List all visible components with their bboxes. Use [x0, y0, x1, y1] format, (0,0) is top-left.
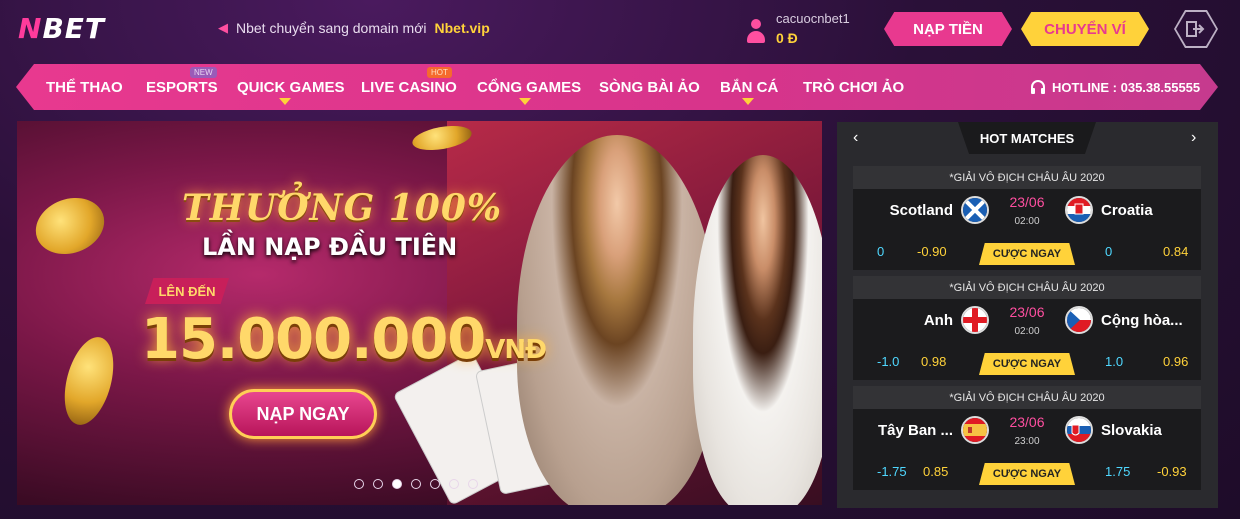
nav-item-the-thao[interactable]: THỂ THAO: [46, 64, 123, 110]
league-name: *GIẢI VÔ ĐỊCH CHÂU ÂU 2020: [853, 166, 1201, 189]
away-odds[interactable]: 0.84: [1163, 244, 1188, 259]
bet-now-button[interactable]: CƯỢC NGAY: [979, 243, 1075, 265]
bet-now-button[interactable]: CƯỢC NGAY: [979, 463, 1075, 485]
logout-button[interactable]: [1174, 10, 1218, 48]
carousel-dot[interactable]: [354, 479, 364, 489]
carousel-dot[interactable]: [468, 479, 478, 489]
headset-icon: [1031, 80, 1045, 94]
top-header: NBET ◀ Nbet chuyển sang domain mới Nbet.…: [0, 0, 1240, 60]
nav-item-esports[interactable]: ESPORTS NEW: [146, 64, 218, 110]
carousel-dot[interactable]: [411, 479, 421, 489]
away-handicap[interactable]: 1.75: [1105, 464, 1130, 479]
away-team: Slovakia: [1101, 422, 1162, 439]
away-handicap[interactable]: 1.0: [1105, 354, 1123, 369]
home-odds[interactable]: 0.85: [923, 464, 948, 479]
megaphone-icon: ◀: [218, 20, 228, 35]
dropdown-caret-icon: [279, 98, 291, 105]
nav-item-cong-games[interactable]: CỔNG GAMES: [477, 64, 581, 110]
banner-deposit-now-button[interactable]: NẠP NGAY: [229, 389, 377, 439]
slovakia-flag-icon: [1065, 416, 1093, 444]
away-odds[interactable]: -0.93: [1157, 464, 1187, 479]
nav-item-song-bai-ao[interactable]: SÒNG BÀI ẢO: [599, 64, 700, 110]
home-handicap[interactable]: -1.0: [877, 354, 899, 369]
home-odds[interactable]: 0.98: [921, 354, 946, 369]
dropdown-caret-icon: [742, 98, 754, 105]
dropdown-caret-icon: [519, 98, 531, 105]
hotline-text: HOTLINE : 035.38.55555: [1052, 79, 1201, 95]
banner-headline: THƯỞNG 100%: [182, 187, 503, 229]
home-handicap[interactable]: 0: [877, 244, 884, 259]
scotland-flag-icon: [961, 196, 989, 224]
match-time: 02:00: [1014, 326, 1040, 337]
carousel-dot-active[interactable]: [392, 479, 402, 489]
home-odds[interactable]: -0.90: [917, 244, 947, 259]
home-team: Scotland: [889, 202, 953, 219]
czech-flag-icon: [1065, 306, 1093, 334]
new-badge: NEW: [190, 67, 217, 78]
deposit-button[interactable]: NẠP TIỀN: [884, 12, 1012, 46]
banner-subheadline: LẦN NẠP ĐẦU TIÊN: [202, 233, 458, 261]
announcement-domain[interactable]: Nbet.vip: [435, 20, 490, 36]
match-card[interactable]: *GIẢI VÔ ĐỊCH CHÂU ÂU 2020 Anh 23/06 02:…: [853, 276, 1201, 380]
home-handicap[interactable]: -1.75: [877, 464, 907, 479]
chevron-right-icon[interactable]: ›: [1191, 129, 1196, 147]
carousel-dot[interactable]: [373, 479, 383, 489]
league-name: *GIẢI VÔ ĐỊCH CHÂU ÂU 2020: [853, 276, 1201, 299]
match-card[interactable]: *GIẢI VÔ ĐỊCH CHÂU ÂU 2020 Tây Ban ... 2…: [853, 386, 1201, 490]
gold-coin-image: [56, 331, 122, 431]
hotline[interactable]: HOTLINE : 035.38.55555: [1030, 64, 1200, 110]
spain-flag-icon: [961, 416, 989, 444]
england-flag-icon: [961, 306, 989, 334]
match-time: 23:00: [1014, 436, 1040, 447]
announcement-text: Nbet chuyển sang domain mới: [236, 20, 427, 36]
hostess-image: [693, 155, 822, 505]
hot-matches-title: HOT MATCHES: [958, 122, 1096, 154]
nav-item-live-casino[interactable]: LIVE CASINO HOT: [361, 64, 457, 110]
match-date: 23/06: [1009, 194, 1045, 210]
home-team: Tây Ban ...: [877, 422, 953, 439]
carousel-dot[interactable]: [430, 479, 440, 489]
balance: 0 Đ: [776, 30, 798, 46]
match-time: 02:00: [1014, 216, 1040, 227]
promo-banner[interactable]: THƯỞNG 100% LẦN NẠP ĐẦU TIÊN LÊN ĐẾN 15.…: [17, 121, 822, 505]
gold-coin-image: [27, 188, 113, 264]
hot-matches-panel: ‹ HOT MATCHES › *GIẢI VÔ ĐỊCH CHÂU ÂU 20…: [837, 122, 1218, 508]
match-date: 23/06: [1009, 414, 1045, 430]
chevron-left-icon[interactable]: ‹: [853, 129, 858, 147]
away-handicap[interactable]: 0: [1105, 244, 1112, 259]
carousel-dots: [354, 479, 478, 489]
banner-amount: 15.000.000VNĐ: [141, 307, 547, 372]
logo-text: BET: [42, 12, 106, 45]
match-date: 23/06: [1009, 304, 1045, 320]
user-info[interactable]: cacuocnbet1 0 Đ: [746, 11, 850, 46]
carousel-dot[interactable]: [449, 479, 459, 489]
nav-item-ban-ca[interactable]: BẮN CÁ: [720, 64, 778, 110]
croatia-flag-icon: [1065, 196, 1093, 224]
hostess-image: [517, 135, 717, 505]
away-team: Croatia: [1101, 202, 1153, 219]
logo[interactable]: NBET: [18, 12, 105, 45]
hot-badge: HOT: [427, 67, 452, 78]
banner-up-to-tag: LÊN ĐẾN: [145, 278, 229, 304]
away-team: Cộng hòa...: [1101, 312, 1183, 329]
away-odds[interactable]: 0.96: [1163, 354, 1188, 369]
nav-item-tro-choi-ao[interactable]: TRÒ CHƠI ẢO: [803, 64, 904, 110]
logout-icon: [1186, 21, 1205, 37]
home-team: Anh: [923, 312, 953, 329]
main-nav: THỂ THAO ESPORTS NEW QUICK GAMES LIVE CA…: [16, 64, 1218, 110]
league-name: *GIẢI VÔ ĐỊCH CHÂU ÂU 2020: [853, 386, 1201, 409]
user-icon: [746, 19, 766, 43]
bet-now-button[interactable]: CƯỢC NGAY: [979, 353, 1075, 375]
match-card[interactable]: *GIẢI VÔ ĐỊCH CHÂU ÂU 2020 Scotland 23/0…: [853, 166, 1201, 270]
nav-item-quick-games[interactable]: QUICK GAMES: [237, 64, 345, 110]
announcement: ◀ Nbet chuyển sang domain mới Nbet.vip: [218, 20, 490, 36]
hot-matches-header: ‹ HOT MATCHES ›: [837, 122, 1218, 154]
transfer-wallet-button[interactable]: CHUYỂN VÍ: [1021, 12, 1149, 46]
username: cacuocnbet1: [776, 11, 850, 26]
